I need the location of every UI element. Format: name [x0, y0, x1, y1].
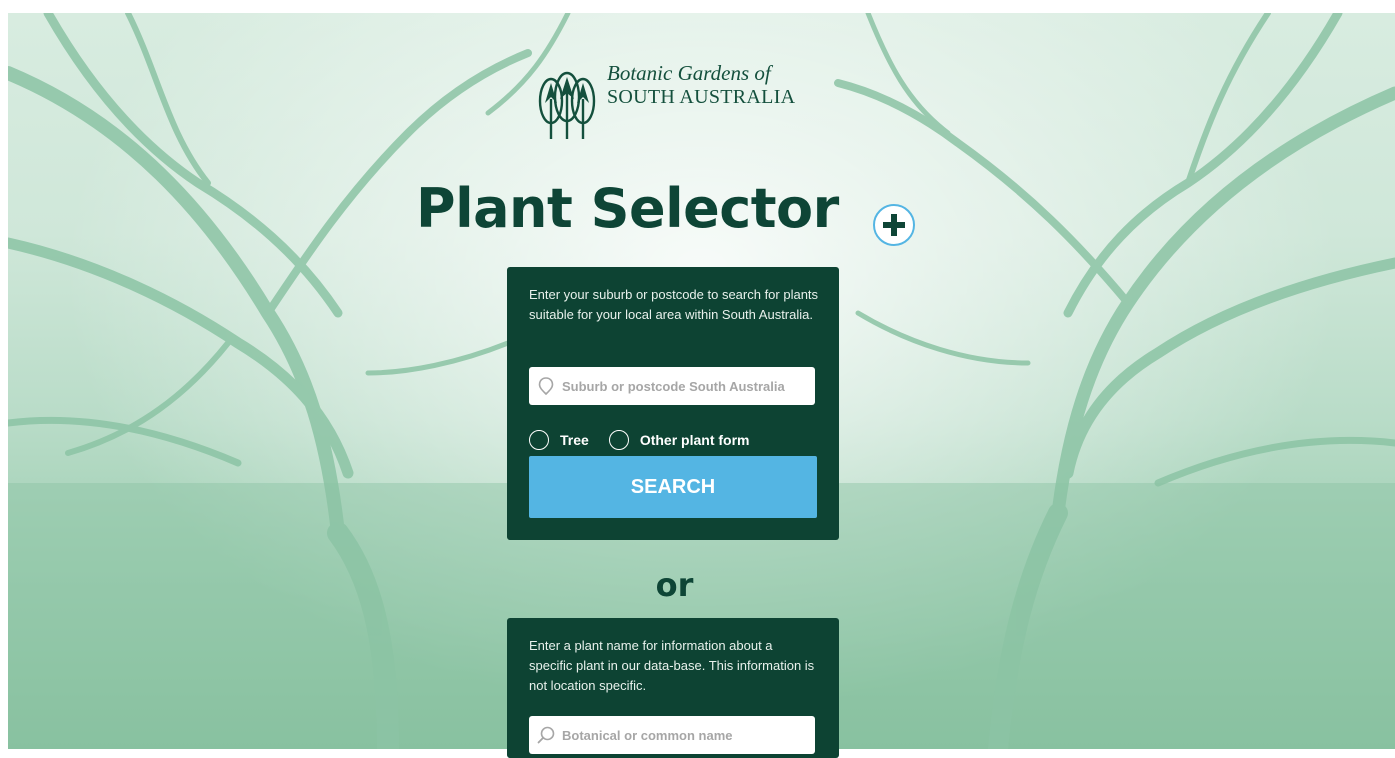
site-logo[interactable]: Botanic Gardens of SOUTH AUSTRALIA: [535, 53, 835, 143]
radio-other-plant-form-label: Other plant form: [639, 432, 750, 448]
suburb-search-input[interactable]: [556, 368, 815, 404]
plant-name-search-field[interactable]: [529, 716, 815, 754]
plant-name-search-panel: Enter a plant name for information about…: [507, 618, 839, 758]
location-search-panel: Enter your suburb or postcode to search …: [507, 267, 839, 540]
radio-other-plant-form-circle[interactable]: [608, 430, 629, 450]
radio-tree[interactable]: Tree: [529, 430, 589, 450]
search-icon: [537, 726, 555, 744]
search-button[interactable]: SEARCH: [529, 456, 817, 518]
radio-tree-circle[interactable]: [529, 430, 549, 450]
page-title: Plant Selector: [416, 177, 839, 240]
radio-other-plant-form[interactable]: Other plant form: [608, 430, 750, 450]
location-pin-icon: [538, 377, 554, 396]
plant-form-radio-group: Tree Other plant form: [529, 428, 819, 452]
plus-circle-icon: [873, 204, 915, 246]
suburb-search-field[interactable]: [529, 367, 815, 405]
location-search-description: Enter your suburb or postcode to search …: [529, 287, 819, 322]
plant-name-search-input[interactable]: [556, 717, 815, 753]
radio-tree-label: Tree: [560, 432, 589, 448]
or-separator: or: [655, 566, 694, 604]
plant-name-search-description: Enter a plant name for information about…: [529, 638, 815, 693]
logo-text-line2: SOUTH AUSTRALIA: [607, 86, 796, 108]
logo-text-line1: Botanic Gardens of: [607, 61, 771, 85]
trees-logo-icon: [538, 71, 596, 139]
page-title-block: Plant Selector: [398, 177, 958, 257]
